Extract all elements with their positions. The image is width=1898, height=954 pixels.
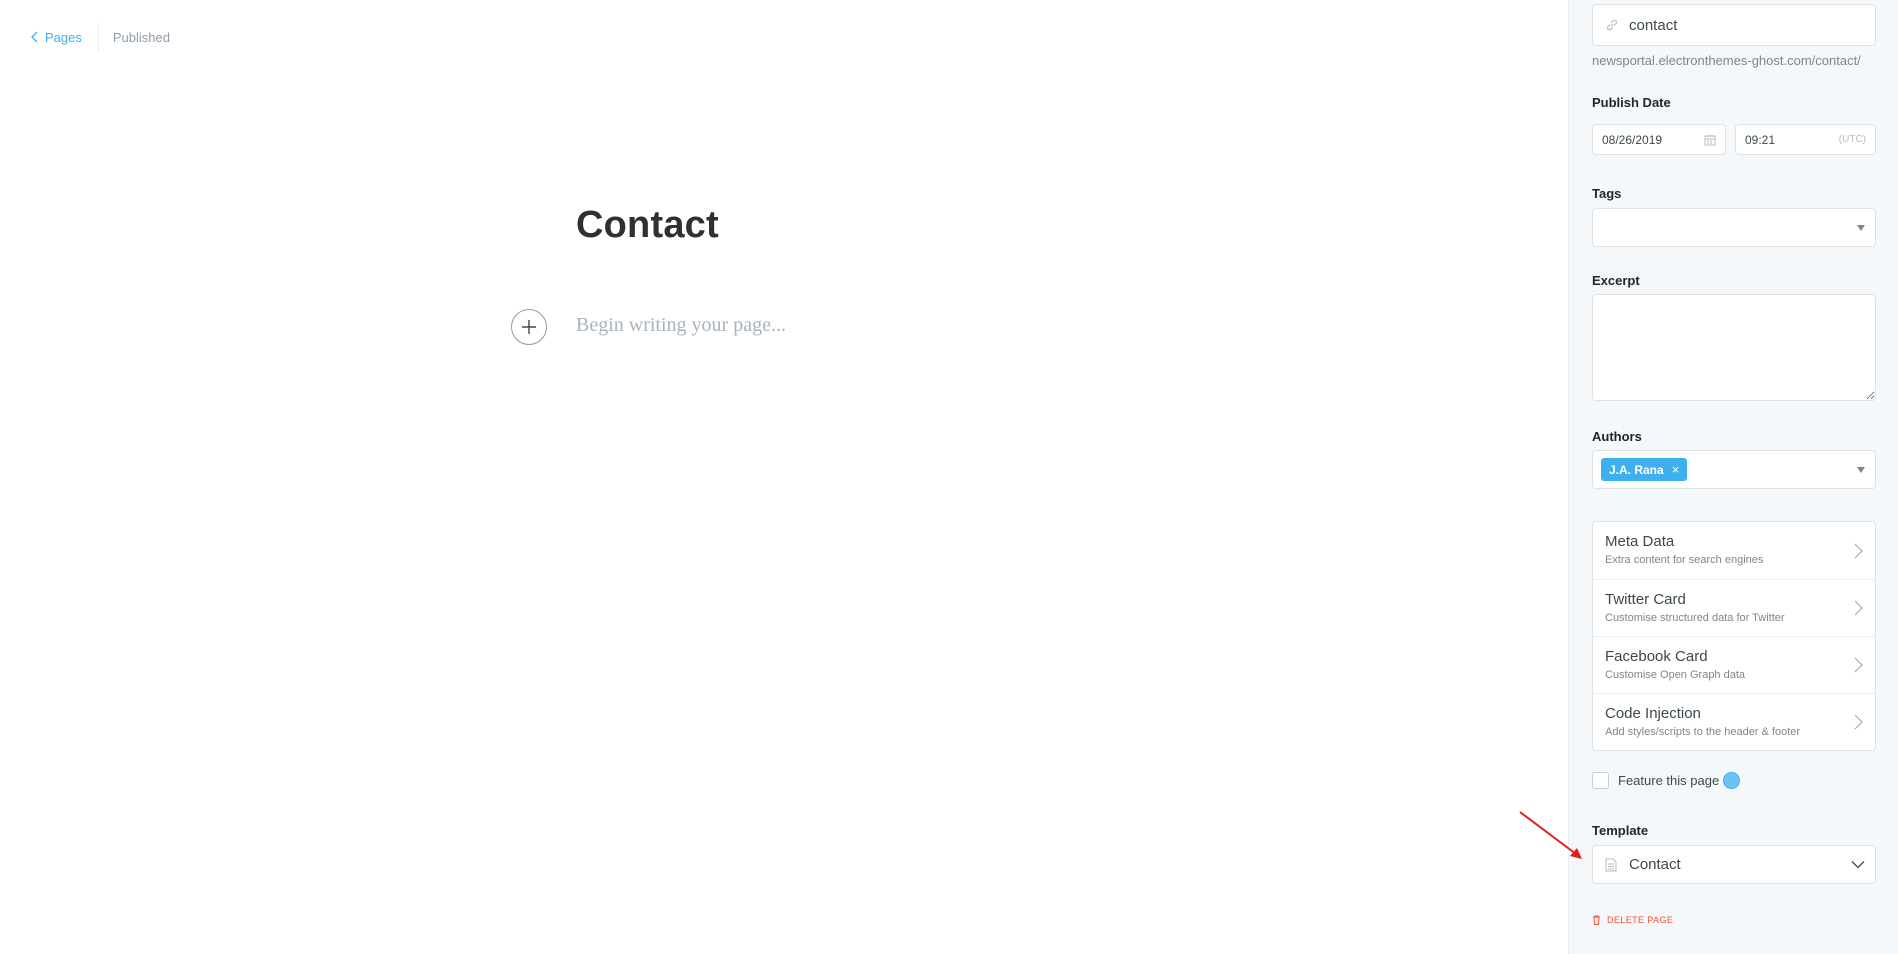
publish-date-label: Publish Date [1592,95,1671,110]
menu-item-desc: Add styles/scripts to the header & foote… [1605,726,1801,738]
chevron-right-icon [1854,657,1863,673]
back-link-label: Pages [45,29,82,45]
author-token[interactable]: J.A. Rana × [1601,458,1688,481]
publish-time-value: 09:21 [1745,132,1776,147]
tags-label: Tags [1592,186,1622,201]
menu-item-twitter-card[interactable]: Twitter Card Customise structured data f… [1593,579,1875,636]
publish-status: Published [112,29,170,45]
publish-date-input[interactable]: 08/26/2019 [1592,124,1726,155]
feature-page-checkbox[interactable] [1592,772,1609,789]
body-editor-placeholder[interactable]: Begin writing your page... [576,314,786,337]
template-label: Template [1592,823,1649,838]
chevron-left-icon [31,31,38,43]
chevron-right-icon [1854,714,1863,730]
menu-item-desc: Customise Open Graph data [1605,669,1746,681]
url-slug-field[interactable]: contact [1592,4,1876,46]
menu-item-title: Code Injection [1605,705,1701,722]
authors-select[interactable]: J.A. Rana × [1592,450,1876,489]
settings-menu-list: Meta Data Extra content for search engin… [1592,521,1876,751]
settings-sidebar: contact newsportal.electronthemes-ghost.… [1568,0,1898,954]
editor-pane: Pages Published Contact Begin writing yo… [0,0,1568,954]
menu-item-title: Meta Data [1605,533,1675,550]
menu-item-title: Twitter Card [1605,591,1686,608]
delete-page-label: DELETE PAGE [1607,915,1674,925]
template-select[interactable]: Contact [1592,845,1876,884]
topbar-divider [97,22,99,52]
plus-icon [522,320,536,334]
help-dot-icon[interactable] [1723,772,1741,789]
template-value: Contact [1629,856,1681,873]
feature-page-label[interactable]: Feature this page [1618,773,1719,788]
document-icon [1605,858,1617,871]
chevron-down-icon [1851,860,1865,868]
menu-item-code-injection[interactable]: Code Injection Add styles/scripts to the… [1593,693,1875,750]
menu-item-desc: Extra content for search engines [1605,554,1764,566]
excerpt-textarea[interactable] [1592,294,1876,401]
publish-date-value: 08/26/2019 [1602,132,1663,147]
page-title[interactable]: Contact [576,204,719,247]
chevron-right-icon [1854,600,1863,616]
remove-author-icon[interactable]: × [1672,462,1680,477]
author-token-label: J.A. Rana [1609,462,1664,477]
authors-label: Authors [1592,429,1642,444]
link-icon [1607,19,1617,31]
caret-down-icon [1857,466,1865,473]
menu-item-desc: Customise structured data for Twitter [1605,612,1785,624]
publish-time-input[interactable]: 09:21 (UTC) [1735,124,1876,155]
timezone-label: (UTC) [1838,134,1866,145]
app-root: Pages Published Contact Begin writing yo… [0,0,1898,954]
menu-item-facebook-card[interactable]: Facebook Card Customise Open Graph data [1593,636,1875,693]
menu-item-title: Facebook Card [1605,648,1708,665]
back-to-pages-link[interactable]: Pages [30,30,82,45]
calendar-icon[interactable] [1704,134,1716,146]
editor-topbar: Pages Published [30,22,170,52]
feature-page-row: Feature this page [1592,772,1741,789]
caret-down-icon [1857,224,1865,231]
trash-icon [1593,915,1600,925]
url-slug-value: contact [1629,16,1678,34]
add-card-button[interactable] [511,309,547,345]
url-preview: newsportal.electronthemes-ghost.com/cont… [1592,53,1861,68]
excerpt-label: Excerpt [1592,273,1640,288]
menu-item-meta-data[interactable]: Meta Data Extra content for search engin… [1593,522,1875,579]
delete-page-button[interactable]: DELETE PAGE [1592,915,1673,925]
chevron-right-icon [1854,543,1863,558]
tags-select[interactable] [1592,208,1876,247]
